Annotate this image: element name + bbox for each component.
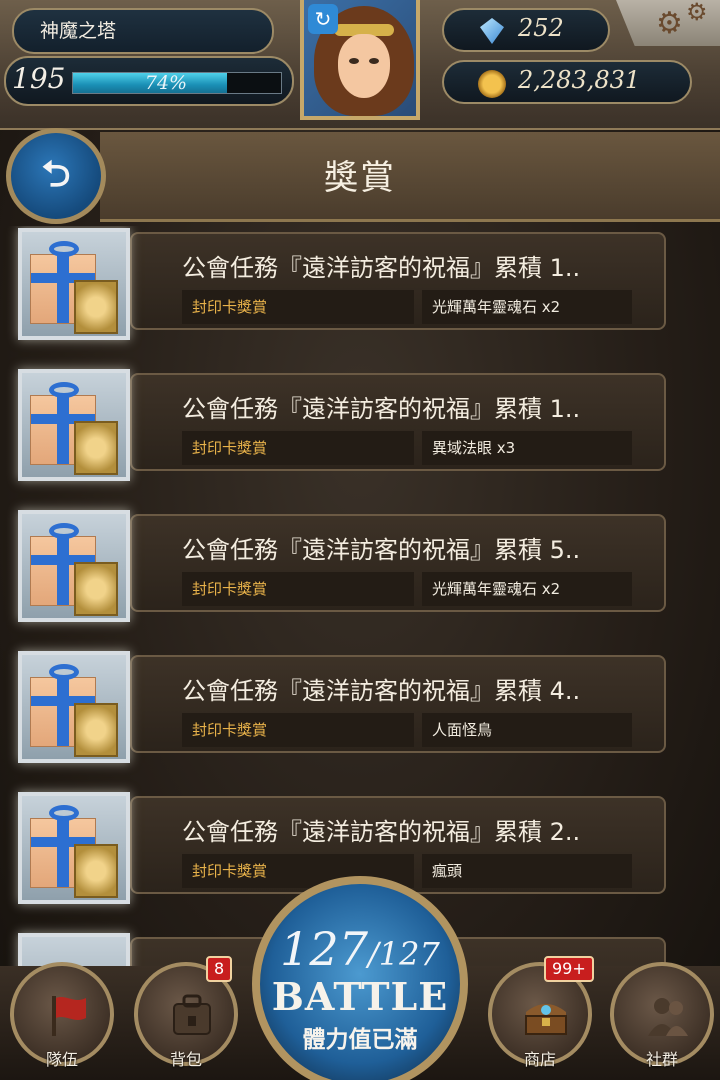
reward-row[interactable]: 公會任務『遠洋訪客的祝福』累積 1.. 封印卡獎賞 異域法眼 x3 [0,367,720,487]
nav-team-label: 隊伍 [45,1050,78,1069]
gear-icon: ⚙ [686,0,708,26]
backpack-icon [173,994,211,1035]
stamina-current: 127 [280,922,368,976]
reward-title: 公會任務『遠洋訪客的祝福』累積 1.. [182,395,581,423]
player-level: 195 [12,62,66,95]
avatar-face [338,34,390,98]
seal-card-icon [74,562,118,616]
level-panel: 195 74% [4,56,294,106]
stamina-max: /127 [367,935,440,973]
reward-item: 光輝萬年靈魂石 x2 [422,290,632,324]
nav-backpack-button[interactable]: 8 背包 [130,956,242,1080]
gift-bow [49,241,79,257]
reward-title: 公會任務『遠洋訪客的祝福』累積 4.. [182,677,581,705]
gift-bow [49,664,79,680]
gem-icon [480,18,504,44]
coin-counter: 2,283,831 [442,60,692,104]
battle-label: BATTLE [271,974,449,1019]
people-icon [648,998,688,1036]
gift-ribbon [57,537,69,605]
gift-ribbon [57,819,69,887]
nav-team-button[interactable]: 隊伍 [6,958,118,1080]
reward-list[interactable]: 公會任務『遠洋訪客的祝福』累積 1.. 封印卡獎賞 光輝萬年靈魂石 x2 公會任務『遠… [0,226,720,966]
reward-title: 公會任務『遠洋訪客的祝福』累積 5.. [182,536,581,564]
reward-thumbnail[interactable] [18,228,130,340]
avatar-eye [369,58,379,64]
reward-item: 光輝萬年靈魂石 x2 [422,572,632,606]
seal-card-icon [74,421,118,475]
settings-button[interactable]: ⚙ ⚙ [616,0,720,46]
backpack-badge: 8 [206,956,233,982]
exp-percent: 74% [144,72,188,94]
gift-bow [49,382,79,398]
coin-icon [478,70,506,98]
reward-type: 封印卡獎賞 [182,290,414,324]
nav-backpack-label: 背包 [169,1050,202,1069]
nav-shop-label: 商店 [523,1050,556,1069]
gift-ribbon [57,255,69,323]
treasure-chest-icon [525,1004,567,1035]
shop-badge: 99+ [544,956,594,982]
exp-bar: 74% [72,72,282,94]
reward-thumbnail[interactable] [18,510,130,622]
back-button[interactable]: ⮌ [6,128,106,224]
seal-card-icon [74,844,118,898]
gem-count: 252 [518,14,564,42]
attribute-icon: ↻ [308,4,338,34]
reward-thumbnail[interactable] [18,651,130,763]
gear-icon: ⚙ [656,6,683,41]
flag-icon [52,996,86,1036]
reward-thumbnail[interactable] [18,792,130,904]
battle-button[interactable]: 127/127 BATTLE 體力值已滿 [252,876,468,1080]
reward-thumbnail[interactable] [18,369,130,481]
back-arrow-icon: ⮌ [41,154,71,195]
gem-counter[interactable]: 252 [442,8,610,52]
seal-card-icon [74,703,118,757]
reward-title: 公會任務『遠洋訪客的祝福』累積 1.. [182,254,581,282]
player-avatar[interactable]: ↻ [300,0,420,120]
gift-bow [49,523,79,539]
reward-item: 異域法眼 x3 [422,431,632,465]
gift-ribbon [57,396,69,464]
reward-type: 封印卡獎賞 [182,431,414,465]
seal-card-icon [74,280,118,334]
reward-row[interactable]: 公會任務『遠洋訪客的祝福』累積 4.. 封印卡獎賞 人面怪鳥 [0,649,720,769]
coin-count: 2,283,831 [518,66,641,94]
nav-shop-button[interactable]: 99+ 商店 [484,956,596,1080]
nav-social-label: 社群 [645,1050,678,1069]
page-title: 獎賞 [324,158,396,198]
top-hud: 神魔之塔 195 74% ↻ 252 2,283,831 ⚙ ⚙ [0,0,720,130]
reward-row[interactable]: 公會任務『遠洋訪客的祝福』累積 1.. 封印卡獎賞 光輝萬年靈魂石 x2 [0,226,720,346]
stamina-status: 體力值已滿 [302,1027,418,1053]
reward-title: 公會任務『遠洋訪客的祝福』累積 2.. [182,818,581,846]
reward-item: 人面怪鳥 [422,713,632,747]
game-title: 神魔之塔 [12,8,274,54]
gift-ribbon [57,678,69,746]
nav-social-button[interactable]: 社群 [606,958,718,1080]
gift-bow [49,805,79,821]
reward-row[interactable]: 公會任務『遠洋訪客的祝福』累積 5.. 封印卡獎賞 光輝萬年靈魂石 x2 [0,508,720,628]
reward-type: 封印卡獎賞 [182,713,414,747]
stamina-count: 127/127 [252,922,468,976]
reward-type: 封印卡獎賞 [182,572,414,606]
avatar-eye [349,58,359,64]
